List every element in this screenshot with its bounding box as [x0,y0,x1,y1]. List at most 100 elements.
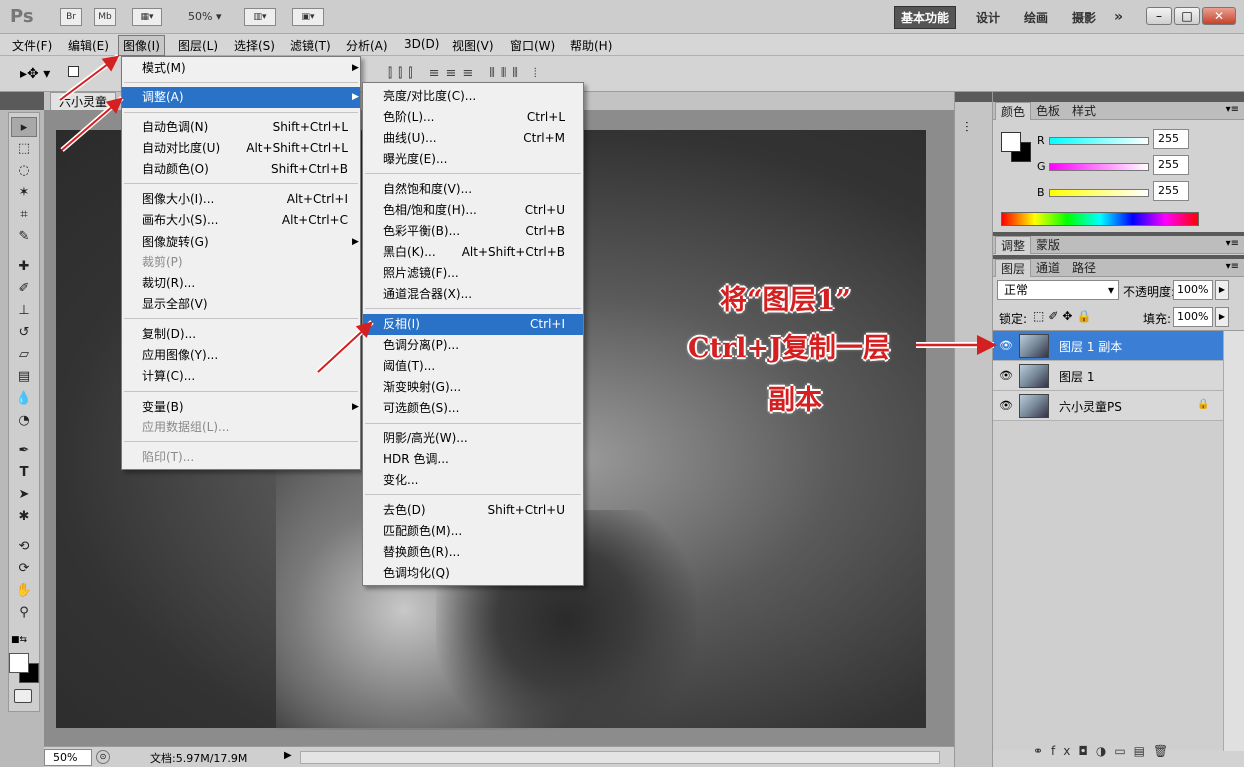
menu-item-vibrance[interactable]: 自然饱和度(V)... [363,179,583,200]
menu-item-exposure[interactable]: 曝光度(E)... [363,149,583,170]
menu-item-threshold[interactable]: 阈值(T)... [363,356,583,377]
menu-item-calculations[interactable]: 计算(C)... [122,366,360,387]
fill-field[interactable]: 100% [1173,307,1213,327]
zoom-tool-icon[interactable]: ⚲ [11,603,37,623]
channel-g-value[interactable]: 255 [1153,155,1189,175]
menu-file[interactable]: 文件(F) [12,37,52,54]
channel-g-slider[interactable] [1049,163,1149,171]
layer-row-layer1[interactable]: 👁 图层 1 [993,361,1223,391]
foreground-color-swatch[interactable] [9,653,29,673]
layer-visibility-eye-icon[interactable]: 👁 [999,399,1013,412]
healing-brush-tool-icon[interactable]: ✚ [11,257,37,277]
status-info-icon[interactable]: ⊙ [96,750,110,764]
menu-item-variations[interactable]: 变化... [363,470,583,491]
tab-channels[interactable]: 通道 [1031,259,1065,277]
hand-tool-icon[interactable]: ✋ [11,581,37,601]
tab-styles[interactable]: 样式 [1067,102,1101,120]
screen-mode-button[interactable]: ▣▾ [292,8,324,26]
layers-panel-menu-icon[interactable]: ▾≡ [1226,261,1239,272]
layer-visibility-eye-icon[interactable]: 👁 [999,369,1013,382]
view-extras-button[interactable]: ▦▾ [132,8,162,26]
menu-item-apply-image[interactable]: 应用图像(Y)... [122,345,360,366]
document-tab[interactable]: 六小灵童 [50,92,117,110]
menu-item-channel-mixer[interactable]: 通道混合器(X)... [363,284,583,305]
history-brush-tool-icon[interactable]: ↺ [11,323,37,343]
menu-item-image-rotation[interactable]: 图像旋转(G) [122,232,360,253]
menu-image[interactable]: 图像(I) [118,35,165,56]
dodge-tool-icon[interactable]: ◔ [11,411,37,431]
bridge-button[interactable]: Br [60,8,82,26]
eraser-tool-icon[interactable]: ▱ [11,345,37,365]
gradient-tool-icon[interactable]: ▤ [11,367,37,387]
horizontal-scrollbar[interactable] [300,751,940,764]
marquee-tool-icon[interactable]: ⬚ [11,139,37,159]
opacity-arrow-icon[interactable]: ▶ [1215,280,1229,300]
menu-view[interactable]: 视图(V) [452,37,494,54]
zoom-dropdown[interactable]: 50% ▾ [188,10,221,28]
tab-adjustments[interactable]: 调整 [995,236,1032,254]
blend-mode-select[interactable]: 正常 ▾ [997,280,1119,300]
close-button[interactable]: ✕ [1202,7,1236,25]
menu-layer[interactable]: 图层(L) [178,37,218,54]
menu-item-mode[interactable]: 模式(M) [122,58,360,79]
fill-arrow-icon[interactable]: ▶ [1215,307,1229,327]
workspace-essentials[interactable]: 基本功能 [894,6,957,29]
channel-r-value[interactable]: 255 [1153,129,1189,149]
menu-3d[interactable]: 3D(D) [404,37,439,51]
clone-stamp-tool-icon[interactable]: ⊥ [11,301,37,321]
menu-filter[interactable]: 滤镜(T) [290,37,331,54]
shape-tool-icon[interactable]: ✱ [11,507,37,527]
layer-visibility-eye-icon[interactable]: 👁 [999,339,1013,352]
menu-help[interactable]: 帮助(H) [570,37,612,54]
tab-layers[interactable]: 图层 [995,259,1032,277]
quick-mask-icon[interactable] [14,689,32,703]
layer-row-copy[interactable]: 👁 图层 1 副本 [993,331,1223,361]
workspace-design[interactable]: 设计 [976,9,1000,26]
menu-analysis[interactable]: 分析(A) [346,37,388,54]
workspace-photography[interactable]: 摄影 [1072,9,1096,26]
menu-edit[interactable]: 编辑(E) [68,37,109,54]
layers-scrollbar[interactable] [1223,331,1244,751]
menu-item-equalize[interactable]: 色调均化(Q) [363,563,583,584]
menu-item-variables[interactable]: 变量(B) [122,397,360,418]
arrange-documents-button[interactable]: ▥▾ [244,8,276,26]
color-panel-menu-icon[interactable]: ▾≡ [1226,104,1239,115]
3d-rotate-tool-icon[interactable]: ⟲ [11,537,37,557]
menu-item-brightness-contrast[interactable]: 亮度/对比度(C)... [363,86,583,107]
eyedropper-tool-icon[interactable]: ✎ [11,227,37,247]
channel-b-value[interactable]: 255 [1153,181,1189,201]
tab-color[interactable]: 颜色 [995,102,1032,120]
menu-item-hdr-toning[interactable]: HDR 色调... [363,449,583,470]
maximize-button[interactable]: □ [1174,7,1200,25]
tab-swatches[interactable]: 色板 [1031,102,1065,120]
workspace-painting[interactable]: 绘画 [1024,9,1048,26]
minibridge-button[interactable]: Mb [94,8,116,26]
adjust-panel-menu-icon[interactable]: ▾≡ [1226,238,1239,249]
menu-item-photo-filter[interactable]: 照片滤镜(F)... [363,263,583,284]
layer-row-background[interactable]: 👁 六小灵童PS 🔒 [993,391,1223,421]
pen-tool-icon[interactable]: ✒ [11,441,37,461]
move-tool-icon[interactable]: ▸ [11,117,37,137]
status-menu-arrow-icon[interactable]: ▶ [284,750,292,761]
type-tool-icon[interactable]: T [11,463,37,483]
blur-tool-icon[interactable]: 💧 [11,389,37,409]
menu-item-shadows-highlights[interactable]: 阴影/高光(W)... [363,428,583,449]
menu-item-posterize[interactable]: 色调分离(P)... [363,335,583,356]
crop-tool-icon[interactable]: ⌗ [11,205,37,225]
menu-item-duplicate[interactable]: 复制(D)... [122,324,360,345]
menu-item-trim[interactable]: 裁切(R)... [122,273,360,294]
channel-b-slider[interactable] [1049,189,1149,197]
tab-masks[interactable]: 蒙版 [1031,236,1065,254]
tab-paths[interactable]: 路径 [1067,259,1101,277]
channel-r-slider[interactable] [1049,137,1149,145]
opacity-field[interactable]: 100% [1173,280,1213,300]
menu-item-gradient-map[interactable]: 渐变映射(G)... [363,377,583,398]
status-zoom-field[interactable]: 50% [44,749,92,766]
brush-tool-icon[interactable]: ✐ [11,279,37,299]
color-fg-swatch[interactable] [1001,132,1021,152]
menu-window[interactable]: 窗口(W) [510,37,555,54]
quick-select-tool-icon[interactable]: ✶ [11,183,37,203]
lasso-tool-icon[interactable]: ◌ [11,161,37,181]
menu-item-selective-color[interactable]: 可选颜色(S)... [363,398,583,419]
3d-orbit-tool-icon[interactable]: ⟳ [11,559,37,579]
